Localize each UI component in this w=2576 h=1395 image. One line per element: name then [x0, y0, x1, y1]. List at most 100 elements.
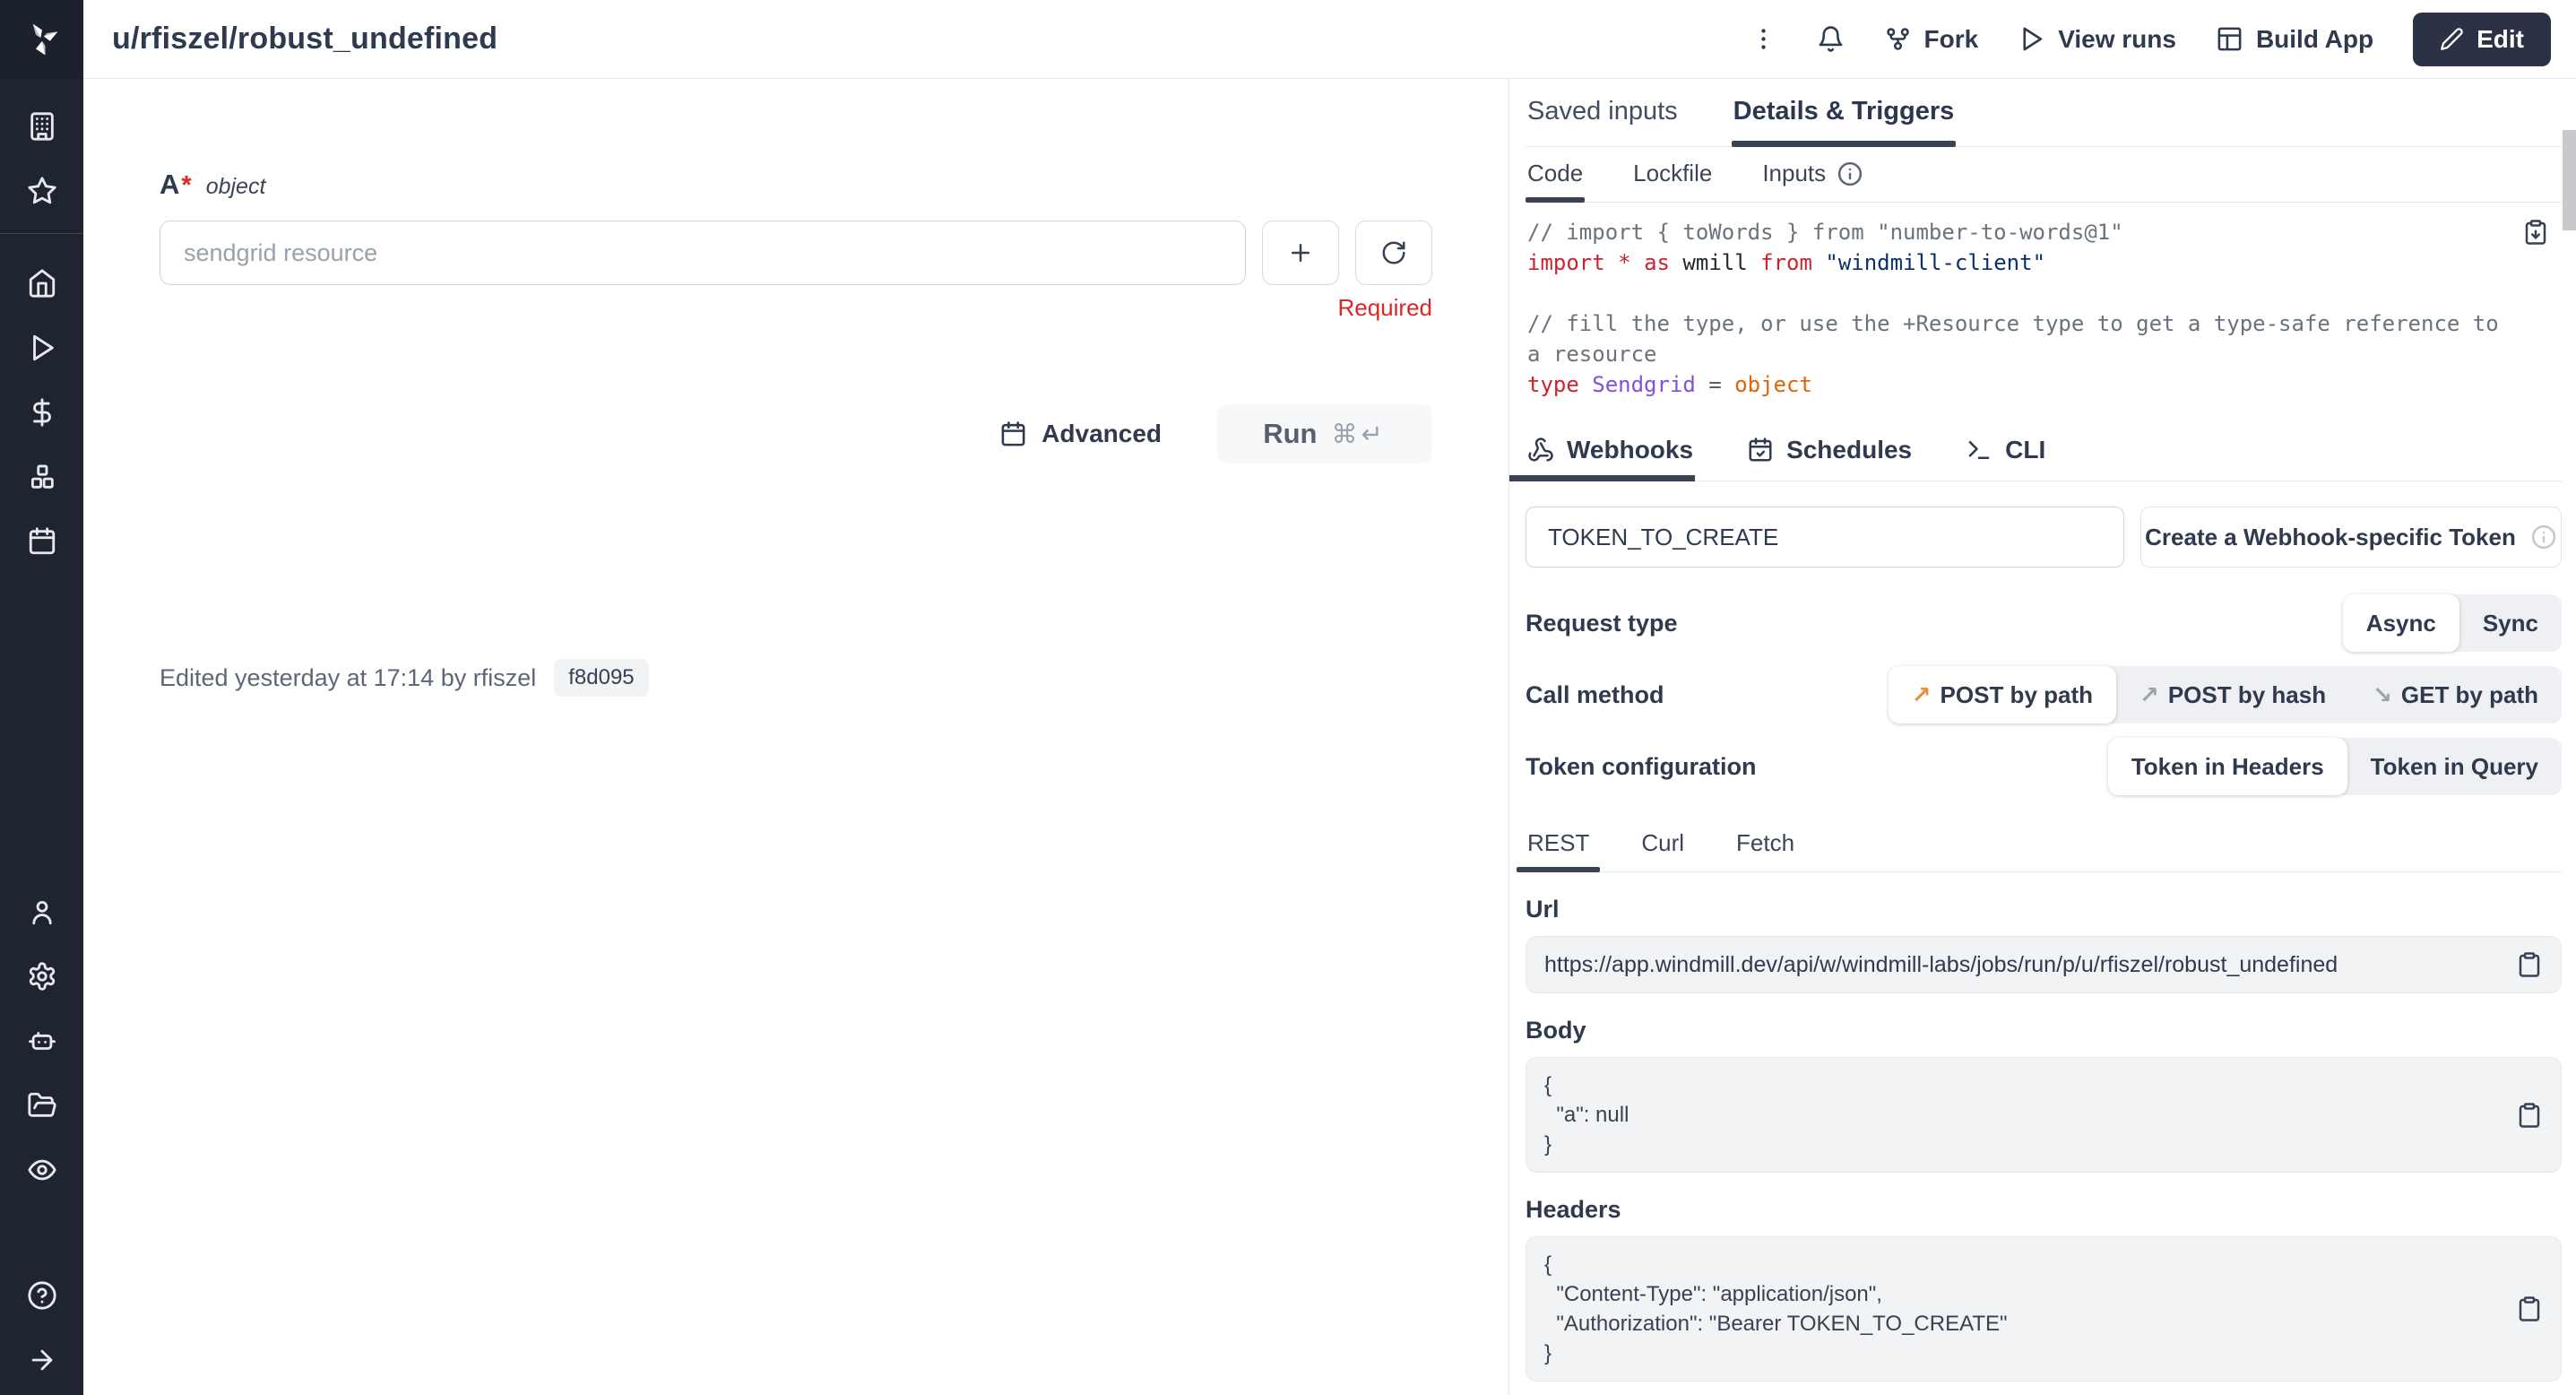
pencil-icon [2440, 27, 2464, 51]
tab-cli[interactable]: CLI [1964, 421, 2047, 481]
sidebar-item-resources[interactable] [0, 455, 83, 499]
request-type-sync[interactable]: Sync [2459, 594, 2562, 652]
clipboard-icon [2516, 1102, 2543, 1129]
panel-scrollbar[interactable] [2563, 130, 2576, 230]
call-method-toggle: ↗ POST by path ↗ POST by hash ↘ GET by p… [1889, 666, 2562, 723]
top-bar: u/rfiszel/robust_undefined [83, 0, 2576, 79]
url-box: https://app.windmill.dev/api/w/windmill-… [1526, 936, 2562, 993]
edit-button[interactable]: Edit [2413, 13, 2551, 66]
trigger-tabs: Webhooks Schedules CLI [1526, 421, 2562, 481]
arrow-right-icon [27, 1345, 57, 1375]
sidebar-item-users[interactable] [0, 889, 83, 934]
request-type-toggle: Async Sync [2343, 594, 2562, 652]
create-webhook-token-button[interactable]: Create a Webhook-specific Token [2140, 507, 2562, 568]
sidebar-item-variables[interactable] [0, 390, 83, 435]
version-hash-badge[interactable]: f8d095 [554, 659, 648, 697]
run-form-area: A * object [83, 79, 1508, 1395]
calendar-icon [27, 526, 57, 557]
edited-info: Edited yesterday at 17:14 by rfiszel [160, 664, 536, 692]
tab-inputs[interactable]: Inputs [1760, 147, 1865, 202]
headers-box: { "Content-Type": "application/json", "A… [1526, 1236, 2562, 1382]
run-button[interactable]: Run ⌘↵ [1217, 404, 1432, 464]
add-resource-button[interactable] [1262, 221, 1339, 285]
request-type-async[interactable]: Async [2343, 594, 2459, 652]
play-outline-icon [2018, 25, 2045, 53]
field-type: object [206, 174, 266, 200]
token-in-headers[interactable]: Token in Headers [2108, 738, 2347, 795]
tab-rest[interactable]: REST [1526, 819, 1591, 871]
sidebar-item-favorites[interactable] [0, 169, 83, 213]
windmill-logo-icon [23, 21, 61, 58]
gear-icon [27, 961, 57, 992]
sidebar-item-workspace[interactable] [0, 104, 83, 149]
view-runs-label: View runs [2058, 25, 2176, 54]
bell-icon [1817, 25, 1845, 53]
copy-url-button[interactable] [2516, 951, 2543, 978]
kebab-menu-icon [1750, 25, 1777, 53]
arrow-up-right-icon: ↗ [2139, 681, 2159, 709]
dollar-icon [27, 397, 57, 428]
token-config-label: Token configuration [1526, 753, 1757, 781]
tab-code[interactable]: Code [1526, 147, 1585, 202]
info-icon [1837, 160, 1863, 187]
copy-code-button[interactable] [2522, 219, 2549, 246]
sidebar-item-workers[interactable] [0, 1018, 83, 1063]
advanced-label: Advanced [1042, 420, 1162, 448]
windmill-logo[interactable] [0, 0, 83, 79]
token-in-query[interactable]: Token in Query [2347, 738, 2562, 795]
webhook-icon [1527, 437, 1554, 464]
call-method-post-by-path[interactable]: ↗ POST by path [1889, 666, 2116, 723]
advanced-button[interactable]: Advanced [999, 420, 1162, 448]
fork-button[interactable]: Fork [1884, 25, 1979, 54]
body-value: { "a": null } [1544, 1070, 2498, 1159]
cubes-icon [27, 462, 57, 492]
app-root: u/rfiszel/robust_undefined [0, 0, 2576, 1395]
sidebar-divider [0, 233, 83, 234]
copy-body-button[interactable] [2516, 1102, 2543, 1129]
notifications-button[interactable] [1817, 25, 1845, 53]
sidebar-collapse-button[interactable] [0, 1338, 83, 1382]
copy-headers-button[interactable] [2516, 1295, 2543, 1322]
url-value: https://app.windmill.dev/api/w/windmill-… [1544, 952, 2338, 978]
token-config-toggle: Token in Headers Token in Query [2108, 738, 2562, 795]
sidebar-item-home[interactable] [0, 261, 83, 306]
call-method-get-by-path[interactable]: ↘ GET by path [2349, 666, 2562, 723]
view-runs-button[interactable]: View runs [2018, 25, 2176, 54]
tab-schedules[interactable]: Schedules [1745, 421, 1914, 481]
build-app-label: Build App [2256, 25, 2373, 54]
code-viewer: // import { toWords } from "number-to-wo… [1526, 203, 2562, 418]
tab-curl[interactable]: Curl [1639, 819, 1686, 871]
home-icon [27, 268, 57, 299]
tab-fetch[interactable]: Fetch [1734, 819, 1796, 871]
token-input[interactable] [1526, 507, 2124, 568]
tab-saved-inputs[interactable]: Saved inputs [1526, 79, 1680, 146]
sidebar-item-help[interactable] [0, 1273, 83, 1318]
sidebar-item-audit-logs[interactable] [0, 1148, 83, 1192]
layout-grid-icon [2216, 25, 2243, 53]
sidebar-item-schedules[interactable] [0, 519, 83, 564]
more-menu-button[interactable] [1750, 25, 1777, 53]
call-method-post-by-path-label: POST by path [1941, 681, 2093, 709]
body-label: Body [1526, 1017, 2562, 1044]
field-name: A [160, 169, 179, 201]
call-method-label: Call method [1526, 681, 1664, 709]
calendar-icon [999, 420, 1027, 448]
refresh-button[interactable] [1355, 221, 1432, 285]
call-method-post-by-hash-label: POST by hash [2168, 681, 2326, 709]
top-bar-actions: Fork View runs Build App [1750, 13, 2552, 66]
headers-value: { "Content-Type": "application/json", "A… [1544, 1250, 2498, 1368]
sidebar-item-settings[interactable] [0, 954, 83, 999]
clipboard-copy-icon [2522, 219, 2549, 246]
call-method-get-by-path-label: GET by path [2401, 681, 2538, 709]
build-app-button[interactable]: Build App [2216, 25, 2373, 54]
sidebar-item-runs[interactable] [0, 325, 83, 370]
user-icon [27, 897, 57, 927]
sidebar-item-folders[interactable] [0, 1083, 83, 1128]
building-icon [27, 111, 57, 142]
call-method-post-by-hash[interactable]: ↗ POST by hash [2116, 666, 2349, 723]
play-icon [27, 333, 57, 363]
tab-details-triggers[interactable]: Details & Triggers [1732, 79, 1957, 146]
resource-input[interactable] [160, 221, 1246, 285]
tab-webhooks[interactable]: Webhooks [1526, 421, 1695, 481]
tab-lockfile[interactable]: Lockfile [1631, 147, 1714, 202]
